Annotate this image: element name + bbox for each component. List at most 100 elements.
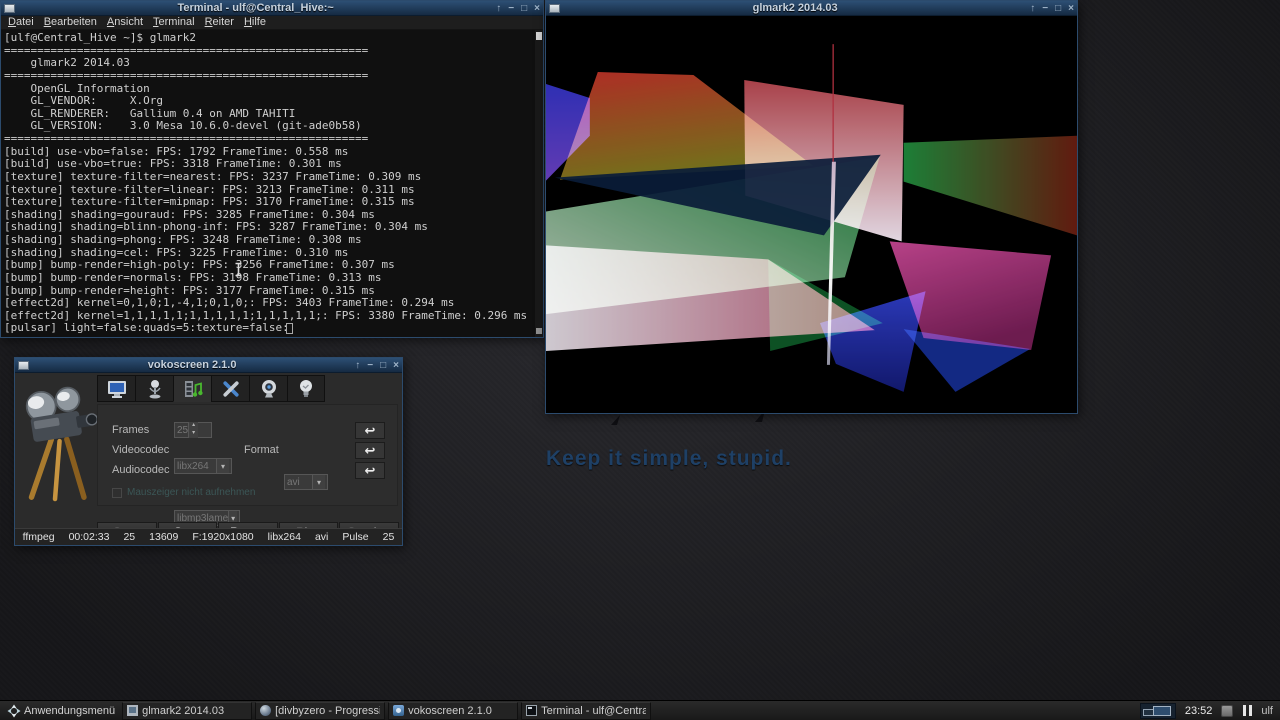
terminal-line: [ulf@Central_Hive ~]$ glmark2 [4,31,197,44]
status-segment: 13609 [149,531,179,543]
terminal-line: [shading] shading=phong: FPS: 3248 Frame… [4,233,362,246]
movie-camera-illustration [25,386,98,502]
taskbar: Anwendungsmenü glmark2 2014.03 [divbyzer… [0,700,1280,720]
task-button[interactable]: Terminal - ulf@Central_H... [521,701,652,720]
film-note-icon [184,380,203,397]
pager-screen-2[interactable] [1152,705,1171,716]
spin-down-icon[interactable]: ▾ [189,430,199,438]
maximize-button[interactable]: □ [380,359,386,372]
terminal-line: [effect2d] kernel=0,1,0;1,-4,1;0,1,0;: F… [4,296,455,310]
tab-help[interactable] [287,375,325,402]
videocodec-label: Videocodec [112,444,170,456]
user-label: ulf [1261,704,1273,717]
terminal-title: Terminal - ulf@Central_Hive:~ [177,2,334,14]
minimize-button[interactable]: − [1042,2,1048,15]
format-label: Format [244,444,279,456]
terminal-line: glmark2 2014.03 [4,56,130,70]
audiocodec-label: Audiocodec [112,464,170,476]
terminal-line: ========================================… [4,68,369,82]
minimize-button[interactable]: − [508,2,514,15]
tab-screen[interactable] [97,375,135,402]
tab-codec[interactable] [173,375,211,402]
shade-button[interactable]: ↑ [496,2,501,15]
reset-videocodec-button[interactable]: ↩ [355,442,385,459]
menu-item[interactable]: Datei [8,16,34,29]
terminal-line: [texture] texture-filter=nearest: FPS: 3… [4,169,422,183]
pause-tray-icon[interactable] [1242,705,1252,717]
close-button[interactable]: × [534,2,540,15]
glmark2-titlebar[interactable]: glmark2 2014.03 ↑ − □ × [546,1,1077,16]
status-segment: 25 [382,531,395,543]
status-segment: 00:02:33 [68,531,110,543]
menu-item[interactable]: Hilfe [244,16,266,29]
spin-up-icon[interactable]: ▴ [189,422,199,430]
tab-webcam[interactable] [249,375,287,402]
reset-frames-button[interactable]: ↩ [355,422,385,439]
task-button[interactable]: glmark2 2014.03 [122,701,253,720]
terminal-output[interactable]: [ulf@Central_Hive ~]$ glmark2 ===========… [1,30,543,337]
maximize-button[interactable]: □ [1055,2,1061,15]
terminal-window-icon [4,3,15,13]
tab-settings[interactable] [211,375,249,402]
terminal-line: GL_VENDOR: X.Org [4,94,163,108]
menu-item[interactable]: Bearbeiten [44,16,97,29]
monitor-icon [107,380,126,398]
spinner-arrows[interactable]: ▴ ▾ [188,422,199,438]
terminal-titlebar[interactable]: Terminal - ulf@Central_Hive:~ ↑ − □ × [1,1,543,16]
vokoscreen-title: vokoscreen 2.1.0 [147,359,237,371]
terminal-line: [bump] bump-render=normals: FPS: 3198 Fr… [4,270,382,284]
close-button[interactable]: × [393,359,399,372]
minimize-button[interactable]: − [367,359,373,372]
task-button[interactable]: [divbyzero - Progressive ... [255,701,386,720]
dropdown-arrow-icon[interactable]: ▾ [312,475,325,489]
vokoscreen-titlebar[interactable]: vokoscreen 2.1.0 ↑ − □ × [15,358,402,373]
frames-stepper[interactable]: 25 ▴ ▾ [174,422,212,438]
hide-mouse-checkbox[interactable]: Mauszeiger nicht aufnehmen [112,487,255,498]
lightbulb-icon [300,379,312,397]
reset-audiocodec-button[interactable]: ↩ [355,462,385,479]
checkbox-box[interactable] [112,487,122,498]
status-segment: libx264 [267,531,301,543]
shade-button[interactable]: ↑ [355,359,360,372]
undo-icon: ↩ [364,443,376,458]
scroll-down-arrow-icon[interactable] [536,328,542,334]
applications-menu-button[interactable]: Anwendungsmenü [3,702,119,720]
videocodec-select[interactable]: libx264 ▾ [174,458,232,474]
menu-item[interactable]: Terminal [153,16,195,29]
codec-settings-panel: Frames 25 ▴ ▾ ↩ Videocodec libx264 ▾ For… [97,404,398,526]
format-select[interactable]: avi ▾ [284,474,328,490]
scroll-thumb[interactable] [536,32,542,40]
terminal-menubar: Datei Bearbeiten Ansicht Terminal Reiter Hilf… [1,16,543,30]
glmark2-window: glmark2 2014.03 ↑ − □ × [545,0,1078,414]
dropdown-arrow-icon[interactable]: ▾ [216,459,229,473]
terminal-line: [bump] bump-render=high-poly: FPS: 3256 … [4,258,395,272]
maximize-button[interactable]: □ [521,2,527,15]
vokoscreen-window-icon [18,360,29,370]
status-segment: 25 [123,531,136,543]
task-button[interactable]: vokoscreen 2.1.0 [388,701,519,720]
terminal-line: [build] use-vbo=true: FPS: 3318 FrameTim… [4,157,342,171]
status-segment: F:1920x1080 [192,531,254,543]
vokoscreen-body: Frames 25 ▴ ▾ ↩ Videocodec libx264 ▾ For… [15,373,402,542]
menu-item[interactable]: Reiter [205,16,234,29]
terminal-window: Terminal - ulf@Central_Hive:~ ↑ − □ × Datei… [0,0,544,338]
status-segment: Pulse [342,531,369,543]
workspace-pager[interactable] [1139,702,1176,719]
microphone-icon [148,379,161,398]
glmark2-window-icon [549,3,560,13]
status-segment: avi [314,531,329,543]
tab-audio[interactable] [135,375,173,402]
menu-item[interactable]: Ansicht [107,16,143,29]
wallpaper-bird-icon [611,415,620,425]
terminal-line: [texture] texture-filter=mipmap: FPS: 31… [4,195,415,209]
terminal-scrollbar[interactable] [535,30,543,337]
clock[interactable]: 23:52 [1185,705,1213,717]
status-segment: ffmpeg [22,531,55,543]
frames-label: Frames [112,424,150,436]
shade-button[interactable]: ↑ [1030,2,1035,15]
webcam-icon [261,379,276,397]
terminal-line: [pulsar] light=false:quads=5:texture=fal… [4,321,289,335]
close-button[interactable]: × [1068,2,1074,15]
undo-icon: ↩ [364,463,376,478]
tray-icon[interactable] [1221,704,1234,717]
